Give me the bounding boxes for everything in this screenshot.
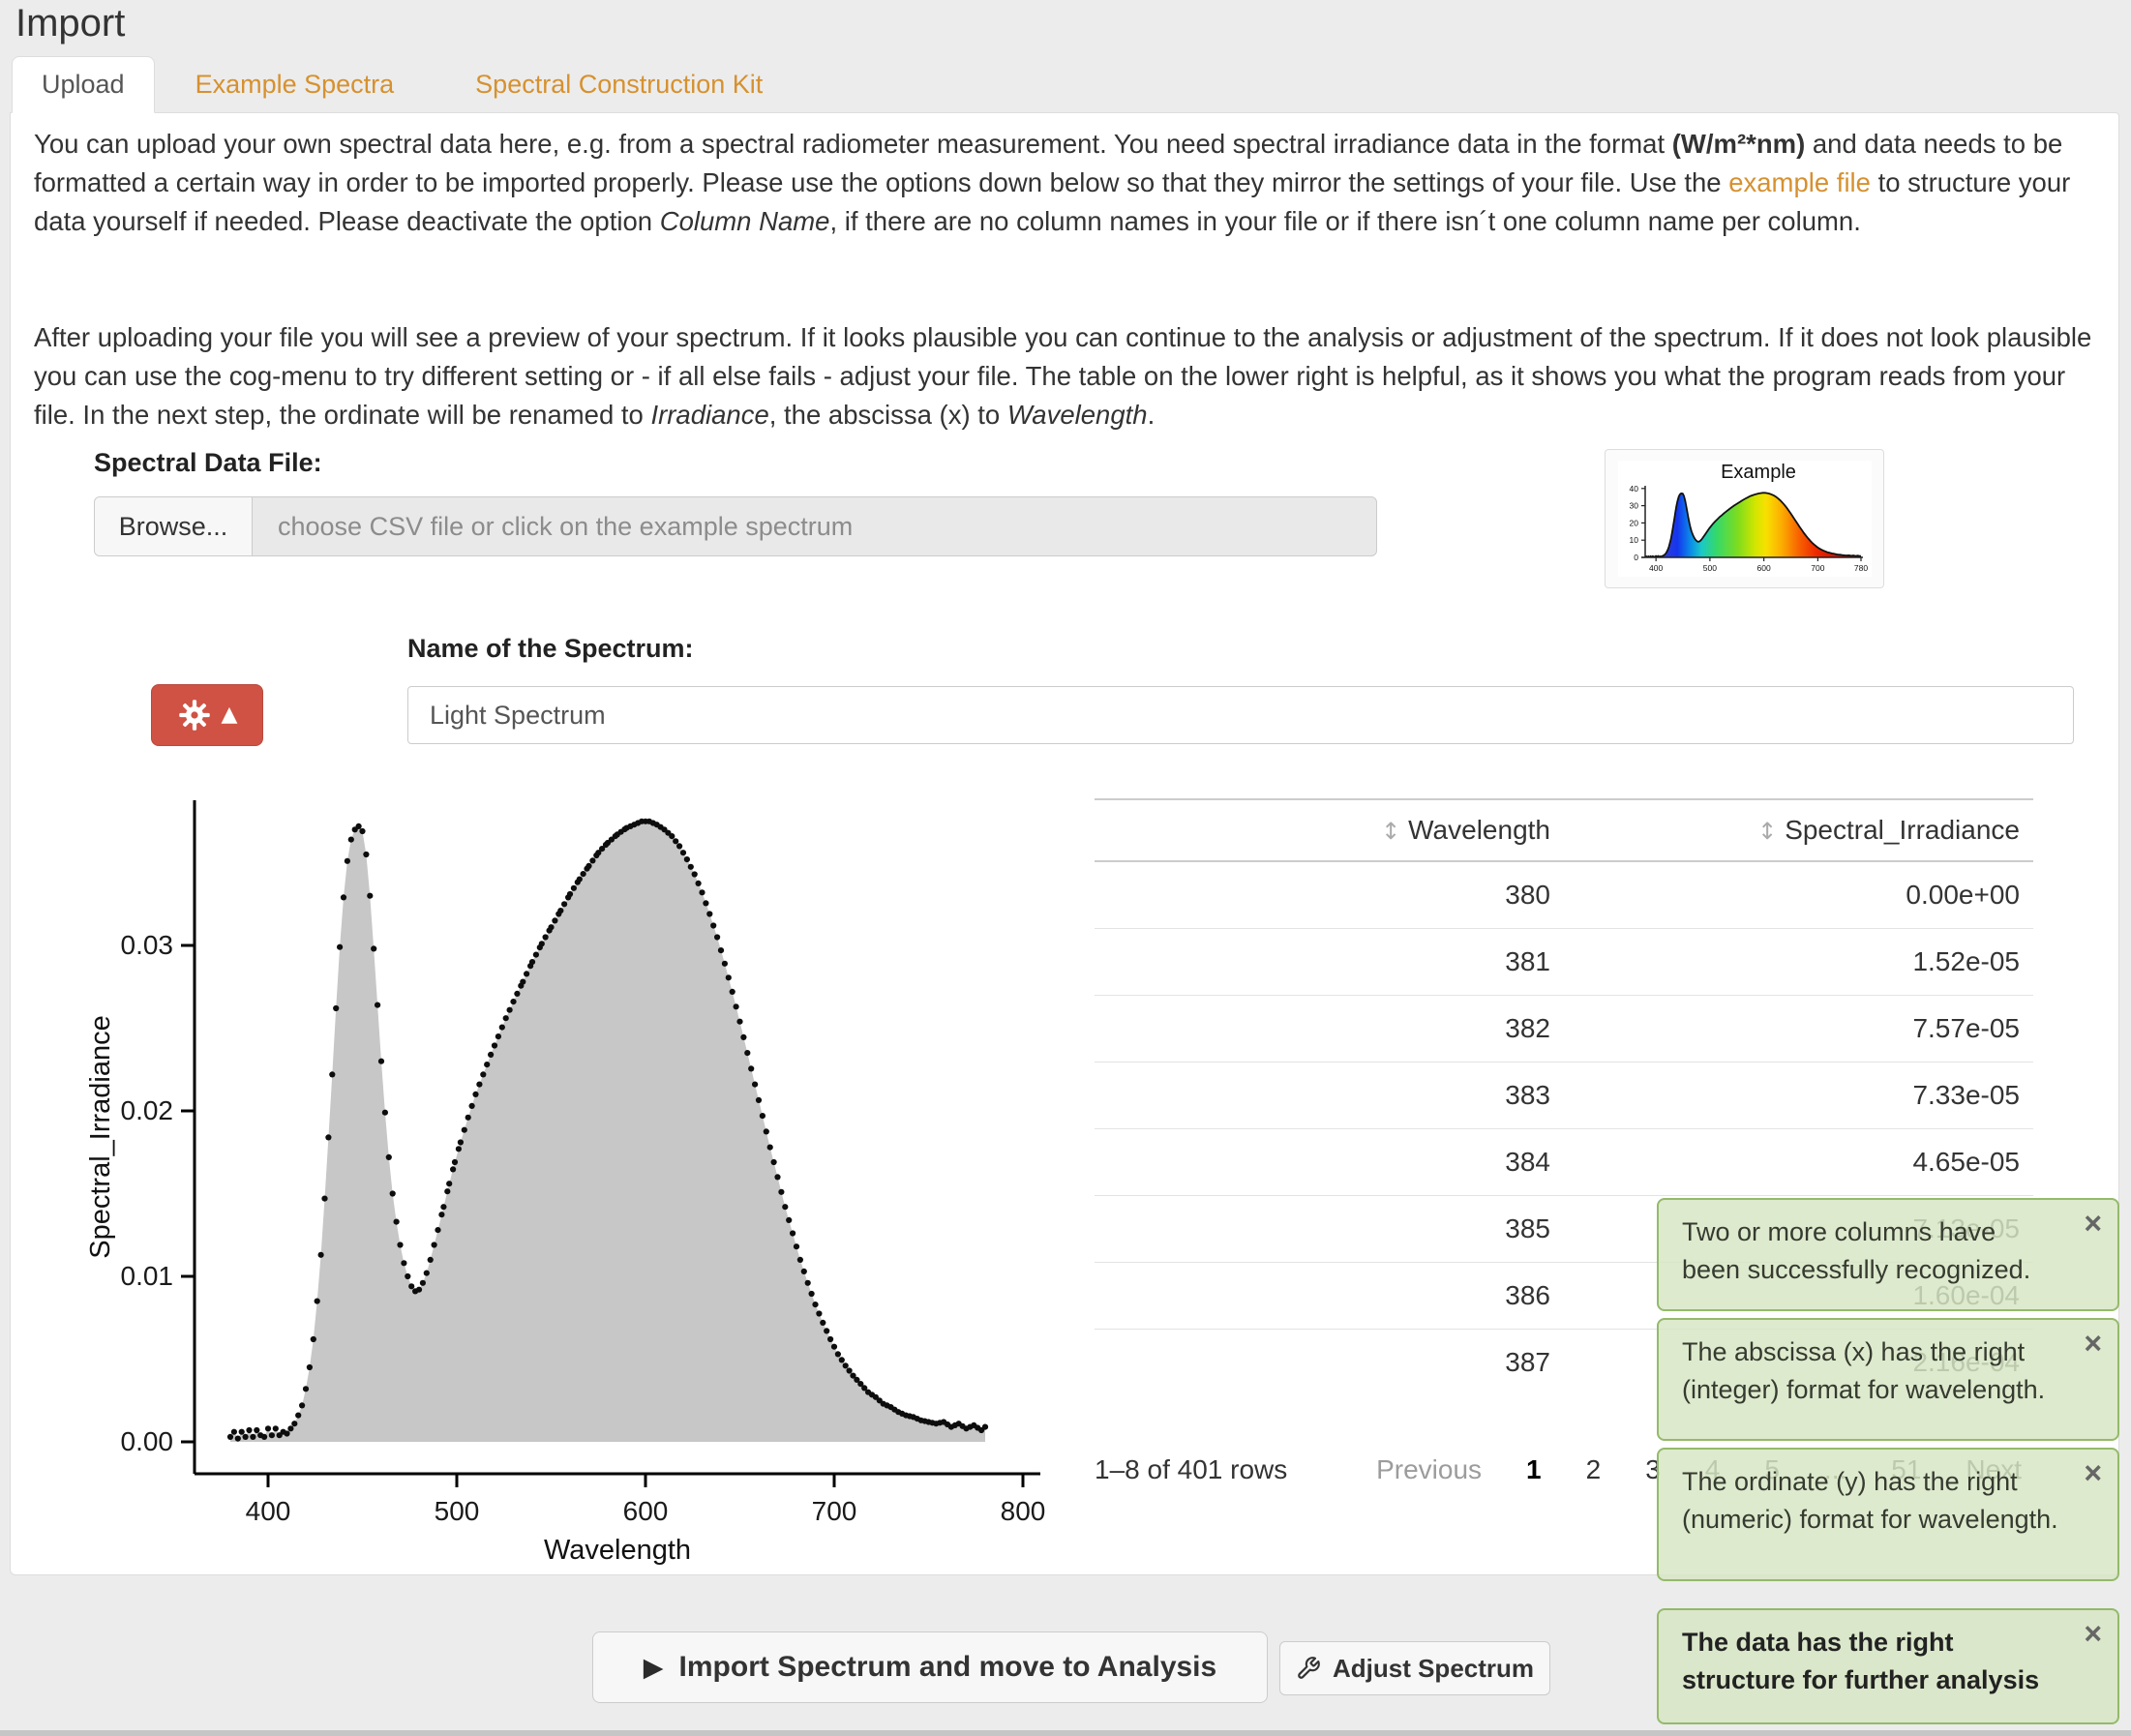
pagination-page-2[interactable]: 2: [1586, 1454, 1602, 1485]
adjust-spectrum-button[interactable]: Adjust Spectrum: [1279, 1641, 1550, 1695]
table-cell: 380: [1095, 861, 1564, 929]
column-header-wavelength[interactable]: ↕ Wavelength: [1095, 799, 1564, 861]
svg-text:20: 20: [1629, 518, 1638, 527]
svg-text:0: 0: [1634, 553, 1638, 562]
file-input-group: Browse... choose CSV file or click on th…: [94, 496, 1377, 556]
toast-message: The abscissa (x) has the right (integer)…: [1682, 1337, 2045, 1404]
svg-text:800: 800: [1001, 1496, 1046, 1526]
table-row[interactable]: 3837.33e-05: [1095, 1063, 2033, 1129]
browse-button[interactable]: Browse...: [95, 497, 253, 555]
svg-text:Spectral_Irradiance: Spectral_Irradiance: [85, 1015, 116, 1258]
svg-text:400: 400: [246, 1496, 291, 1526]
table-header-row: ↕ Wavelength ↕ Spectral_Irradiance: [1095, 799, 2033, 861]
column-header-spectral-irradiance[interactable]: ↕ Spectral_Irradiance: [1564, 799, 2033, 861]
paragraph-text: , the abscissa (x) to: [769, 400, 1007, 430]
paragraph-text: .: [1148, 400, 1156, 430]
table-cell: 7.33e-05: [1564, 1063, 2033, 1129]
pagination-previous[interactable]: Previous: [1376, 1454, 1482, 1485]
table-row[interactable]: 3844.65e-05: [1095, 1129, 2033, 1196]
gear-icon: [177, 698, 212, 733]
svg-text:0.03: 0.03: [121, 930, 174, 960]
chevron-up-icon: ▲: [222, 704, 238, 726]
spectrum-chart: 400 500 600 700 800 0.00 0.01 0.02 0.03 Wavelengt…: [80, 789, 1048, 1571]
file-input[interactable]: choose CSV file or click on the example …: [253, 497, 1376, 555]
wrench-icon: [1296, 1656, 1321, 1681]
toast-message: The data has the right structure for fur…: [1682, 1628, 2039, 1694]
spectrum-name-label: Name of the Spectrum:: [407, 634, 694, 664]
table-cell: 7.57e-05: [1564, 996, 2033, 1063]
footer-divider: [0, 1730, 2131, 1736]
paragraph-text: , if there are no column names in your f…: [829, 206, 1860, 236]
table-cell: 387: [1095, 1330, 1564, 1396]
svg-text:600: 600: [623, 1496, 669, 1526]
svg-text:30: 30: [1629, 501, 1638, 511]
paragraph-text: Irradiance: [650, 400, 768, 430]
table-cell: 382: [1095, 996, 1564, 1063]
intro-paragraph: You can upload your own spectral data he…: [34, 125, 2093, 241]
table-cell: 1.52e-05: [1564, 929, 2033, 996]
column-label: Wavelength: [1408, 815, 1550, 845]
example-spectrum-thumbnail[interactable]: 0 10 20 30 40 400 500 600 700 780 Example: [1605, 449, 1884, 588]
paragraph-text: (W/m²*nm): [1672, 129, 1805, 159]
svg-text:Example: Example: [1721, 462, 1796, 483]
spectral-data-file-label: Spectral Data File:: [94, 448, 322, 478]
svg-text:0.01: 0.01: [121, 1261, 174, 1291]
play-icon: ▶: [644, 1653, 664, 1683]
table-cell: 0.00e+00: [1564, 861, 2033, 929]
notification-toast: The ordinate (y) has the right (numeric)…: [1657, 1448, 2119, 1581]
toast-close-button[interactable]: ×: [2084, 1208, 2102, 1239]
toast-close-button[interactable]: ×: [2084, 1618, 2102, 1649]
svg-text:10: 10: [1629, 535, 1638, 545]
table-row[interactable]: 3800.00e+00: [1095, 861, 2033, 929]
paragraph-text: Wavelength: [1007, 400, 1148, 430]
toast-close-button[interactable]: ×: [2084, 1457, 2102, 1488]
pagination-page-1[interactable]: 1: [1526, 1454, 1542, 1485]
spectrum-name-input[interactable]: [407, 686, 2074, 744]
svg-text:0.02: 0.02: [121, 1095, 174, 1125]
svg-text:600: 600: [1756, 563, 1770, 573]
import-spectrum-button[interactable]: ▶ Import Spectrum and move to Analysis: [592, 1631, 1268, 1703]
svg-text:0.00: 0.00: [121, 1426, 174, 1456]
example-file-link[interactable]: example file: [1728, 167, 1871, 197]
column-label: Spectral_Irradiance: [1785, 815, 2020, 845]
svg-text:40: 40: [1629, 484, 1638, 494]
tab-bar: Upload Example Spectra Spectral Construc…: [12, 56, 803, 113]
paragraph-text: You can upload your own spectral data he…: [34, 129, 1672, 159]
settings-cog-button[interactable]: ▲: [151, 684, 263, 746]
notification-toast: The abscissa (x) has the right (integer)…: [1657, 1318, 2119, 1441]
toast-close-button[interactable]: ×: [2084, 1328, 2102, 1359]
notification-toast: The data has the right structure for fur…: [1657, 1608, 2119, 1724]
paragraph-text: Column Name: [660, 206, 830, 236]
adjust-button-label: Adjust Spectrum: [1333, 1654, 1534, 1684]
preview-table-body: 3800.00e+003811.52e-053827.57e-053837.33…: [1095, 861, 2033, 1395]
example-chart: 0 10 20 30 40 400 500 600 700 780 Example: [1618, 461, 1872, 577]
sort-icon: ↕: [1757, 818, 1777, 845]
svg-text:Wavelength: Wavelength: [544, 1535, 691, 1566]
toast-message: The ordinate (y) has the right (numeric)…: [1682, 1467, 2058, 1534]
svg-text:500: 500: [1702, 563, 1716, 573]
preview-paragraph: After uploading your file you will see a…: [34, 318, 2093, 434]
table-cell: 4.65e-05: [1564, 1129, 2033, 1196]
notification-toast: Two or more columns have been successful…: [1657, 1198, 2119, 1311]
sort-icon: ↕: [1381, 818, 1400, 845]
tab-upload[interactable]: Upload: [12, 56, 155, 113]
table-cell: 383: [1095, 1063, 1564, 1129]
table-cell: 386: [1095, 1263, 1564, 1330]
table-row[interactable]: 3827.57e-05: [1095, 996, 2033, 1063]
tab-spectral-construction-kit[interactable]: Spectral Construction Kit: [435, 56, 803, 113]
svg-text:500: 500: [435, 1496, 480, 1526]
table-cell: 385: [1095, 1196, 1564, 1263]
table-cell: 384: [1095, 1129, 1564, 1196]
rows-info: 1–8 of 401 rows: [1095, 1454, 1287, 1485]
svg-text:400: 400: [1649, 563, 1663, 573]
svg-text:700: 700: [812, 1496, 857, 1526]
page-title: Import: [15, 2, 125, 45]
table-cell: 381: [1095, 929, 1564, 996]
table-row[interactable]: 3811.52e-05: [1095, 929, 2033, 996]
svg-text:700: 700: [1811, 563, 1824, 573]
svg-text:780: 780: [1853, 563, 1867, 573]
toast-message: Two or more columns have been successful…: [1682, 1217, 2030, 1284]
import-button-label: Import Spectrum and move to Analysis: [679, 1651, 1217, 1684]
tab-example-spectra[interactable]: Example Spectra: [155, 56, 435, 113]
